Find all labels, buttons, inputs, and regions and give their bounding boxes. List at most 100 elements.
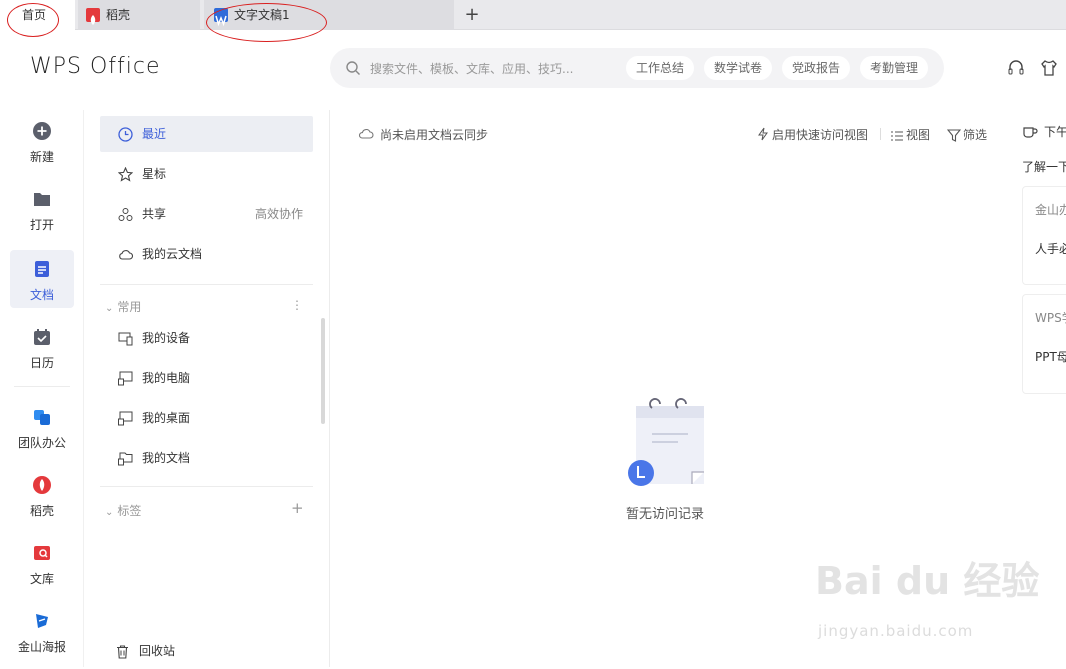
rail-daoke-label: 稻壳: [29, 504, 54, 518]
folder-icon: [34, 193, 50, 206]
section-common[interactable]: ⌄ 常用: [105, 298, 141, 315]
rail-calendar[interactable]: 日历: [10, 318, 74, 376]
document-icon: [35, 261, 49, 277]
nav-share[interactable]: 共享 高效协作: [100, 196, 313, 232]
filter-icon: [946, 127, 962, 146]
list-view-icon: [890, 127, 904, 146]
section-tags-label: 标签: [117, 504, 142, 518]
folder-doc-icon: [118, 452, 133, 466]
quick-access-button[interactable]: 启用快速访问视图: [772, 126, 868, 143]
nav-documents-label: 我的文档: [142, 451, 191, 465]
clock-icon: [118, 127, 133, 142]
add-tab-button[interactable]: +: [462, 0, 482, 30]
rail-poster[interactable]: 金山海报: [10, 602, 74, 660]
cloud-sync-icon: [358, 126, 374, 145]
wps-logo: WPS Office: [30, 54, 161, 79]
annotation-ellipse: [206, 3, 327, 42]
info-card[interactable]: 金山办 人手必: [1022, 186, 1066, 285]
skin-icon[interactable]: [1039, 58, 1059, 82]
rail-poster-label: 金山海报: [17, 640, 66, 654]
search-placeholder: 搜索文件、模板、文库、应用、技巧...: [370, 62, 574, 76]
nav-recycle[interactable]: 回收站: [100, 633, 313, 669]
chevron-down-icon: ⌄: [105, 507, 114, 518]
info-card-title: 金山办: [1035, 203, 1066, 217]
share-icon: [118, 208, 133, 221]
tab-daoke[interactable]: 稻壳: [78, 0, 200, 30]
nav-scrollbar[interactable]: [321, 318, 325, 424]
greeting-text: 下午: [1044, 125, 1066, 139]
tab-daoke-label: 稻壳: [106, 8, 131, 22]
library-icon: [34, 546, 50, 560]
coffee-icon: [1022, 123, 1038, 142]
collab-link[interactable]: 高效协作: [255, 196, 303, 232]
view-button[interactable]: 视图: [906, 126, 930, 143]
rail-documents-label: 文档: [29, 288, 54, 302]
cloud-icon: [119, 250, 133, 260]
rail-team-label: 团队办公: [17, 436, 66, 450]
baidu-watermark: Bai du 经验: [815, 559, 1040, 603]
chip-attendance[interactable]: 考勤管理: [860, 56, 929, 80]
info-card-body: 人手必: [1035, 242, 1066, 256]
toolbar-divider: [880, 128, 881, 140]
nav-cloud-label: 我的云文档: [142, 247, 203, 261]
rail-daoke[interactable]: 稻壳: [10, 466, 74, 524]
nav-documents[interactable]: 我的文档: [100, 440, 313, 476]
rail-new[interactable]: 新建: [10, 112, 74, 170]
rail-library[interactable]: 文库: [10, 534, 74, 592]
add-tag-icon[interactable]: +: [291, 499, 304, 517]
info-card-title: WPS学: [1035, 311, 1066, 325]
learn-text: 了解一下: [1022, 160, 1066, 174]
nav-column: 最近 星标 共享 高效协作 我的云文档 ⌄ 常用 ⋮ 我的设备 我的电脑 我的桌面…: [85, 110, 330, 667]
more-icon[interactable]: ⋮: [291, 298, 303, 312]
rail-team[interactable]: 团队办公: [10, 398, 74, 456]
cloud-sync-link[interactable]: 尚未启用文档云同步: [380, 126, 488, 143]
lightning-icon: [757, 126, 769, 145]
nav-device[interactable]: 我的设备: [100, 320, 313, 356]
rail-open-label: 打开: [29, 218, 54, 232]
info-card-body: PPT母: [1035, 350, 1066, 364]
daoke-icon: [86, 8, 100, 25]
chip-party-report[interactable]: 党政报告: [782, 56, 851, 80]
nav-recent[interactable]: 最近: [100, 116, 313, 152]
chip-math-exam[interactable]: 数学试卷: [704, 56, 773, 80]
chip-work-summary[interactable]: 工作总结: [626, 56, 695, 80]
nav-desktop-label: 我的桌面: [142, 411, 191, 425]
nav-star-label: 星标: [142, 167, 167, 181]
nav-computer-label: 我的电脑: [142, 371, 191, 385]
rail-calendar-label: 日历: [29, 356, 54, 370]
nav-desktop[interactable]: 我的桌面: [100, 400, 313, 436]
poster-icon: [36, 614, 48, 628]
nav-cloud[interactable]: 我的云文档: [100, 236, 313, 272]
section-common-label: 常用: [117, 300, 142, 314]
filter-button[interactable]: 筛选: [963, 126, 987, 143]
nav-computer[interactable]: 我的电脑: [100, 360, 313, 396]
search-bar[interactable]: 搜索文件、模板、文库、应用、技巧... 工作总结 数学试卷 党政报告 考勤管理: [330, 48, 944, 88]
rail-open[interactable]: 打开: [10, 180, 74, 238]
nav-star[interactable]: 星标: [100, 156, 313, 192]
nav-share-label: 共享: [142, 207, 167, 221]
baidu-watermark-url: jingyan.baidu.com: [818, 622, 974, 640]
rail-documents[interactable]: 文档: [10, 250, 74, 308]
headset-icon[interactable]: [1006, 58, 1026, 82]
chevron-down-icon: ⌄: [105, 303, 114, 314]
annotation-ellipse: [7, 3, 59, 37]
section-tags[interactable]: ⌄ 标签: [105, 502, 141, 519]
plus-circle-icon: [33, 122, 51, 140]
calendar-icon: [34, 329, 50, 345]
nav-recycle-label: 回收站: [139, 644, 176, 658]
daoke-icon: [33, 476, 51, 494]
rail-library-label: 文库: [29, 572, 54, 586]
empty-state-text: 暂无访问记录: [626, 507, 705, 522]
computer-icon: [118, 371, 133, 386]
device-icon: [118, 332, 133, 346]
team-icon: [34, 410, 50, 425]
search-icon: [345, 60, 361, 80]
trash-icon: [117, 645, 128, 659]
desktop-icon: [118, 411, 133, 426]
rail-divider: [14, 386, 70, 387]
nav-device-label: 我的设备: [142, 331, 191, 345]
nav-recent-label: 最近: [142, 127, 167, 141]
star-icon: [118, 167, 133, 182]
info-card[interactable]: WPS学 PPT母: [1022, 294, 1066, 394]
rail-new-label: 新建: [29, 150, 54, 164]
